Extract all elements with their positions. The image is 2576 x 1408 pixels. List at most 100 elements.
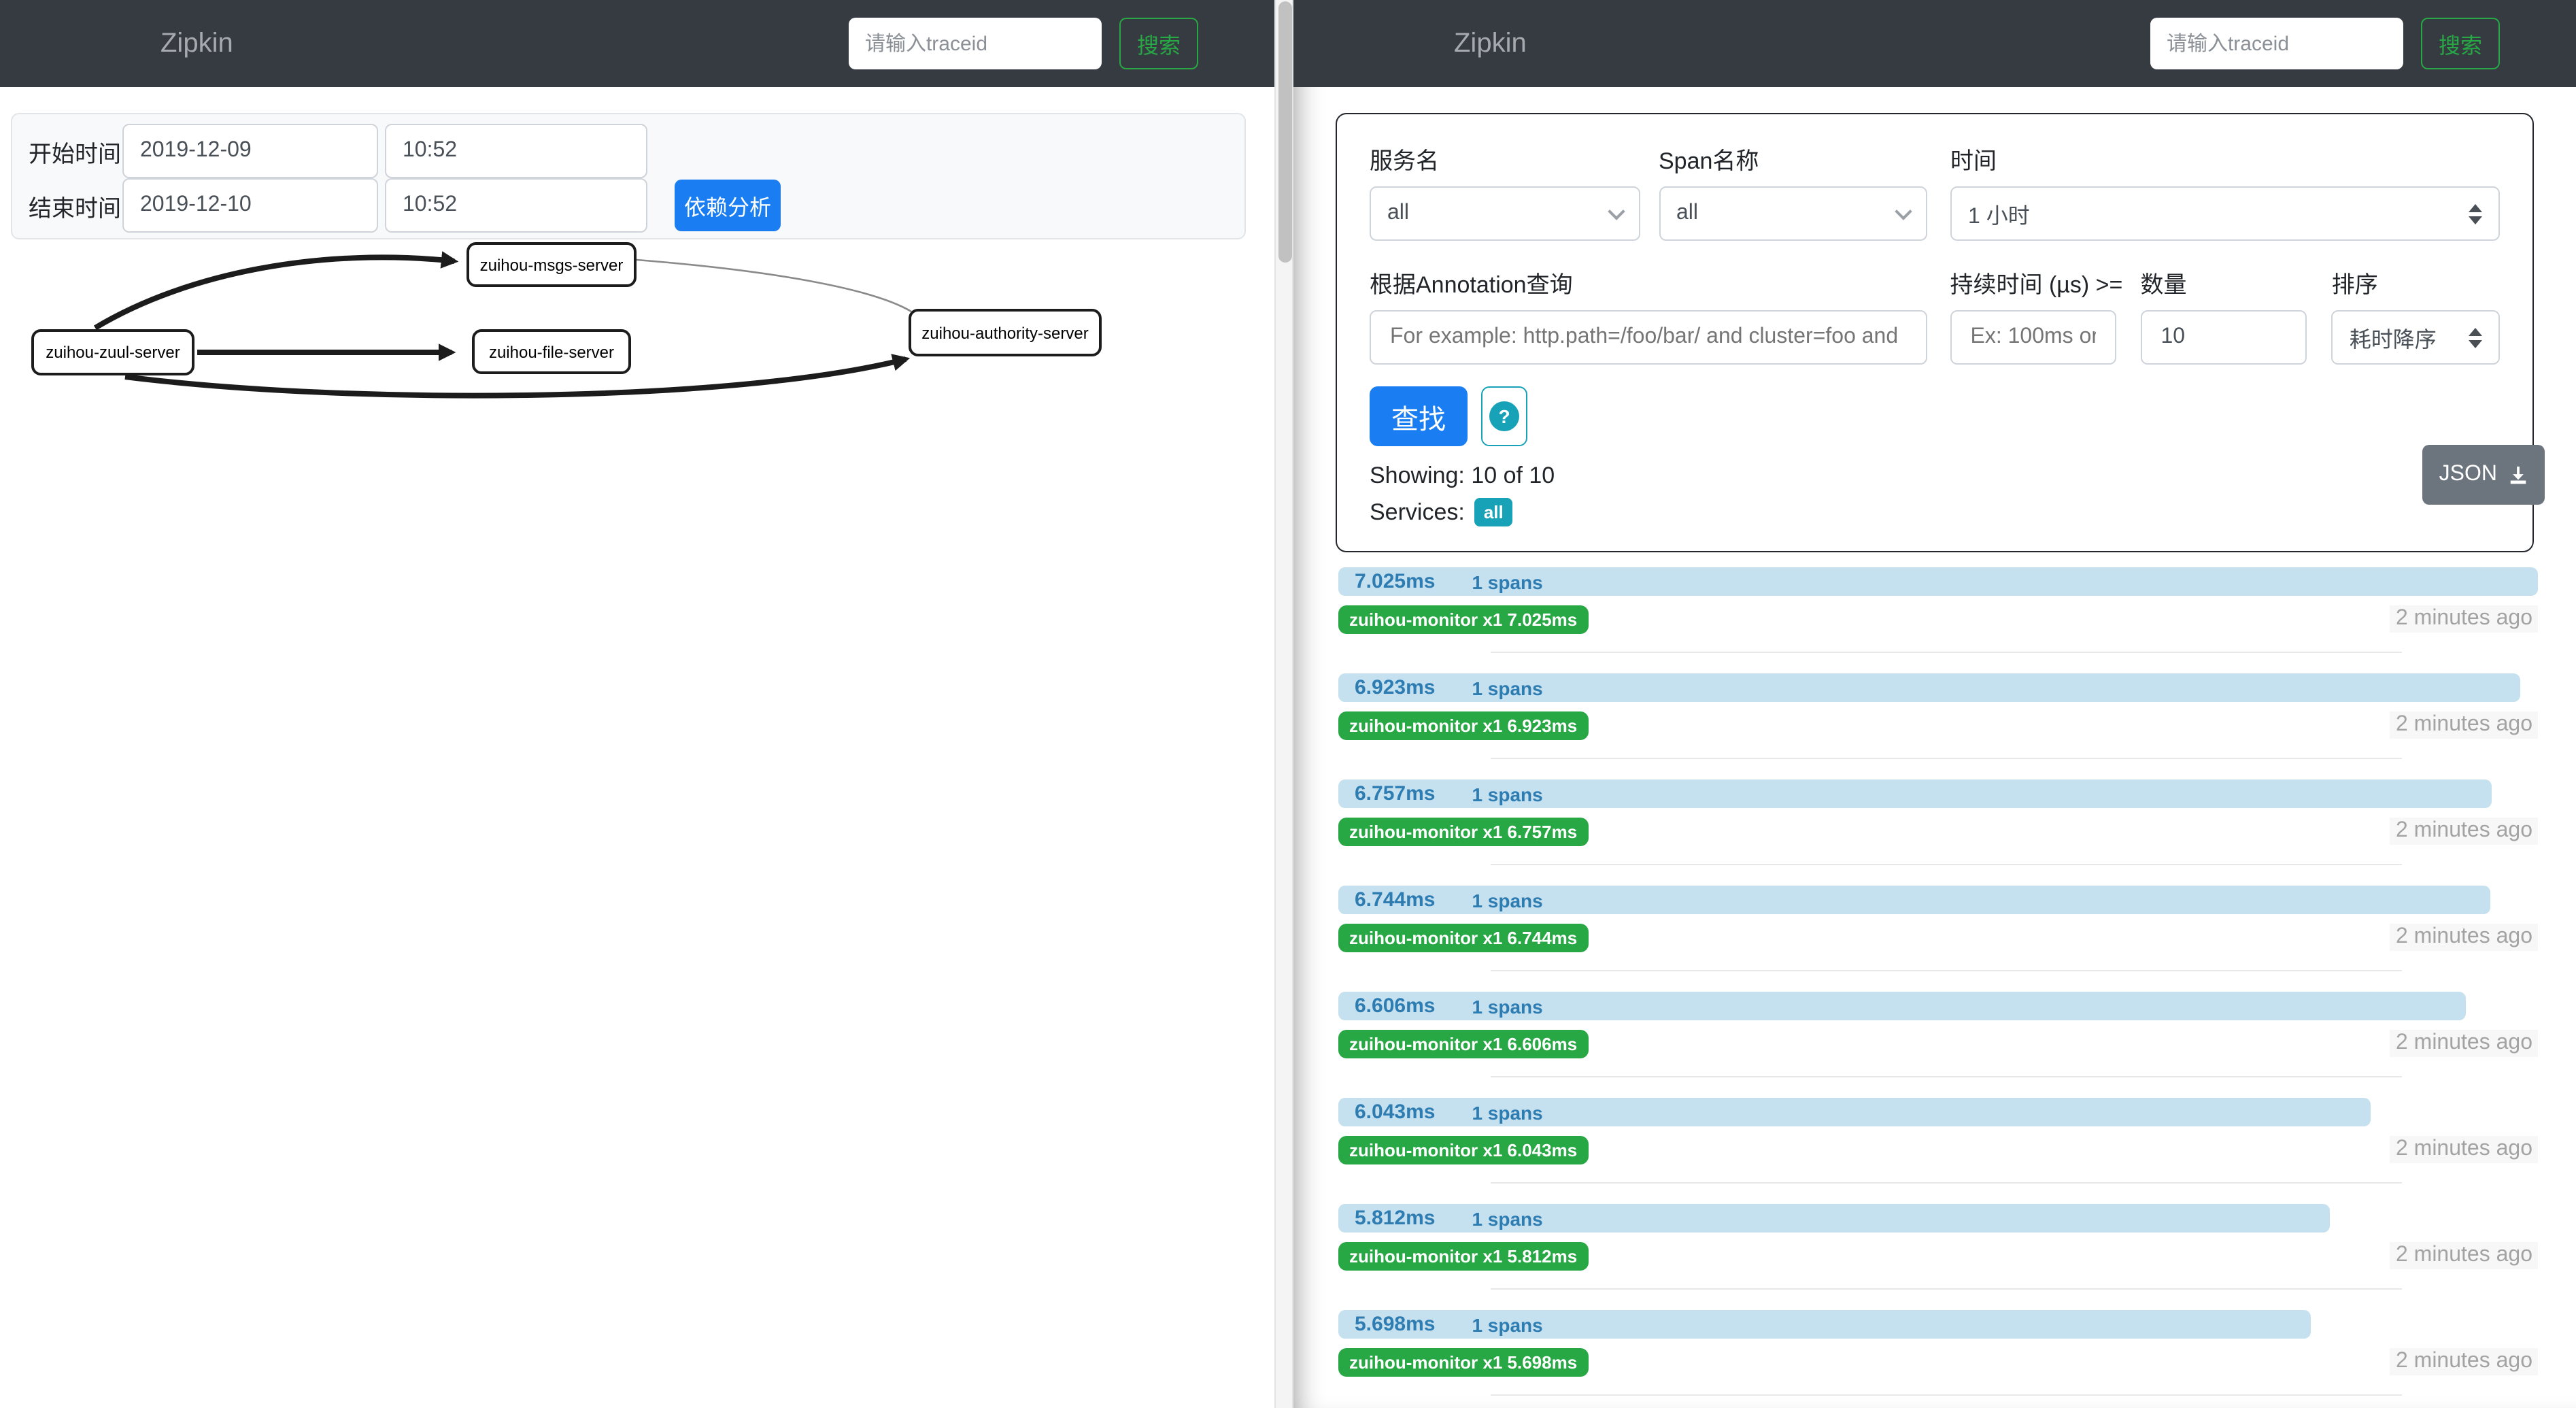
trace-service-badge: zuihou-monitor x1 6.923ms	[1338, 711, 1588, 739]
trace-duration: 6.923ms	[1355, 676, 1435, 699]
search-actions: 查找 ?	[1370, 386, 2500, 446]
find-button[interactable]: 查找	[1370, 386, 1468, 446]
graph-node-file-server[interactable]: zuihou-file-server	[472, 329, 631, 374]
trace-service-badge: zuihou-monitor x1 5.698ms	[1338, 1347, 1588, 1376]
trace-bar[interactable]: 6.744ms 1 spans	[1338, 886, 2490, 914]
start-time-input[interactable]	[385, 124, 647, 178]
search-row-1: 服务名 all Span名称 all 时间 1 小时	[1370, 141, 2500, 241]
trace-bar[interactable]: 6.606ms 1 spans	[1338, 992, 2466, 1020]
search-row-2: 根据Annotation查询 持续时间 (µs) >= 数量	[1370, 265, 2500, 365]
download-icon	[2508, 465, 2528, 485]
time-select[interactable]: 1 小时	[1950, 186, 2500, 241]
trace-row: 6.606ms 1 spans zuihou-monitor x1 6.606m…	[1338, 992, 2538, 1077]
traceid-input[interactable]	[2150, 18, 2403, 69]
end-date-input[interactable]	[122, 178, 378, 233]
annotation-field-wrap	[1370, 310, 1927, 365]
end-time-input[interactable]	[385, 178, 647, 233]
count-input[interactable]	[2158, 324, 2290, 351]
trace-timestamp: 2 minutes ago	[2390, 818, 2538, 845]
trace-bar[interactable]: 6.923ms 1 spans	[1338, 673, 2520, 702]
trace-row: 6.043ms 1 spans zuihou-monitor x1 6.043m…	[1338, 1098, 2538, 1184]
showing-count: Showing: 10 of 10	[1370, 463, 2500, 490]
trace-spans: 1 spans	[1472, 677, 1542, 699]
trace-timestamp: 2 minutes ago	[2390, 1242, 2538, 1269]
span-select-value: all	[1676, 201, 1698, 226]
select-spinner-icon	[2469, 203, 2482, 224]
trace-search-card: 服务名 all Span名称 all 时间 1 小时	[1336, 113, 2534, 552]
traceid-input[interactable]	[849, 18, 1102, 69]
time-select-value: 1 小时	[1968, 197, 2030, 230]
trace-bar[interactable]: 6.757ms 1 spans	[1338, 780, 2492, 808]
trace-meta: zuihou-monitor x1 5.698ms 2 minutes ago	[1338, 1348, 2538, 1375]
trace-timestamp: 2 minutes ago	[2390, 1348, 2538, 1375]
json-button-label: JSON	[2439, 463, 2497, 487]
count-field-wrap	[2141, 310, 2307, 365]
trace-spans: 1 spans	[1472, 889, 1542, 911]
service-select-value: all	[1387, 201, 1409, 226]
left-pane: Zipkin 搜索 开始时间 结束时间 依赖分析	[0, 0, 1274, 1408]
trace-spans: 1 spans	[1472, 783, 1542, 805]
trace-spans: 1 spans	[1472, 1101, 1542, 1123]
search-button[interactable]: 搜索	[1119, 18, 1198, 69]
count-label: 数量	[2141, 265, 2307, 299]
graph-node-authority-server[interactable]: zuihou-authority-server	[909, 309, 1102, 356]
trace-row: 7.025ms 1 spans zuihou-monitor x1 7.025m…	[1338, 567, 2538, 653]
brand: Zipkin	[1454, 28, 1527, 59]
end-time-row: 结束时间 依赖分析	[29, 178, 1244, 233]
start-time-row: 开始时间	[29, 124, 1244, 178]
start-date-input[interactable]	[122, 124, 378, 178]
right-navbar: Zipkin 搜索	[1293, 0, 2576, 87]
trace-meta: zuihou-monitor x1 6.606ms 2 minutes ago	[1338, 1030, 2538, 1057]
trace-spans: 1 spans	[1472, 1313, 1542, 1335]
trace-duration: 5.698ms	[1355, 1313, 1435, 1336]
trace-duration: 7.025ms	[1355, 570, 1435, 593]
trace-duration: 6.757ms	[1355, 782, 1435, 805]
trace-timestamp: 2 minutes ago	[2390, 924, 2538, 951]
help-button[interactable]: ?	[1481, 386, 1527, 446]
chevron-down-icon	[1607, 202, 1624, 219]
left-nav-search: 搜索	[849, 18, 1198, 69]
time-label: 时间	[1950, 141, 2500, 175]
graph-node-msgs-server[interactable]: zuihou-msgs-server	[467, 242, 637, 287]
trace-row: 6.923ms 1 spans zuihou-monitor x1 6.923m…	[1338, 673, 2538, 759]
trace-bar[interactable]: 7.025ms 1 spans	[1338, 567, 2538, 596]
trace-divider	[1491, 1076, 2402, 1077]
services-line: Services: all	[1370, 498, 2500, 526]
right-pane: Zipkin 搜索 服务名 all Span名称 all	[1293, 0, 2576, 1408]
trace-list: 7.025ms 1 spans zuihou-monitor x1 7.025m…	[1338, 567, 2538, 1408]
duration-input[interactable]	[1968, 324, 2099, 351]
sort-select-value: 耗时降序	[2350, 321, 2437, 354]
dependency-analyze-button[interactable]: 依赖分析	[675, 180, 781, 231]
sort-select[interactable]: 耗时降序	[2332, 310, 2500, 365]
trace-bar[interactable]: 5.698ms 1 spans	[1338, 1310, 2311, 1339]
question-icon: ?	[1489, 401, 1519, 431]
annotation-input[interactable]	[1387, 324, 1910, 351]
date-filter-card: 开始时间 结束时间 依赖分析	[11, 113, 1246, 239]
brand: Zipkin	[160, 28, 233, 59]
trace-divider	[1491, 1394, 2402, 1396]
trace-spans: 1 spans	[1472, 571, 1542, 592]
trace-row: 6.744ms 1 spans zuihou-monitor x1 6.744m…	[1338, 886, 2538, 971]
service-label: 服务名	[1370, 141, 1640, 175]
trace-service-badge: zuihou-monitor x1 6.744ms	[1338, 923, 1588, 952]
trace-service-badge: zuihou-monitor x1 6.606ms	[1338, 1029, 1588, 1058]
trace-meta: zuihou-monitor x1 5.812ms 2 minutes ago	[1338, 1242, 2538, 1269]
trace-meta: zuihou-monitor x1 6.757ms 2 minutes ago	[1338, 818, 2538, 845]
span-select[interactable]: all	[1659, 186, 1927, 241]
json-download-button[interactable]: JSON	[2423, 445, 2545, 505]
trace-divider	[1491, 864, 2402, 865]
trace-timestamp: 2 minutes ago	[2390, 1030, 2538, 1057]
trace-divider	[1491, 758, 2402, 759]
search-button[interactable]: 搜索	[2421, 18, 2500, 69]
graph-node-zuul-server[interactable]: zuihou-zuul-server	[31, 329, 194, 375]
scrollbar[interactable]	[1274, 0, 1293, 1408]
trace-meta: zuihou-monitor x1 6.744ms 2 minutes ago	[1338, 924, 2538, 951]
service-select[interactable]: all	[1370, 186, 1640, 241]
trace-row: 6.757ms 1 spans zuihou-monitor x1 6.757m…	[1338, 780, 2538, 865]
scrollbar-thumb[interactable]	[1278, 1, 1292, 263]
trace-meta: zuihou-monitor x1 7.025ms 2 minutes ago	[1338, 605, 2538, 633]
trace-bar[interactable]: 5.812ms 1 spans	[1338, 1204, 2331, 1233]
trace-timestamp: 2 minutes ago	[2390, 1136, 2538, 1163]
trace-divider	[1491, 1182, 2402, 1184]
trace-bar[interactable]: 6.043ms 1 spans	[1338, 1098, 2370, 1126]
